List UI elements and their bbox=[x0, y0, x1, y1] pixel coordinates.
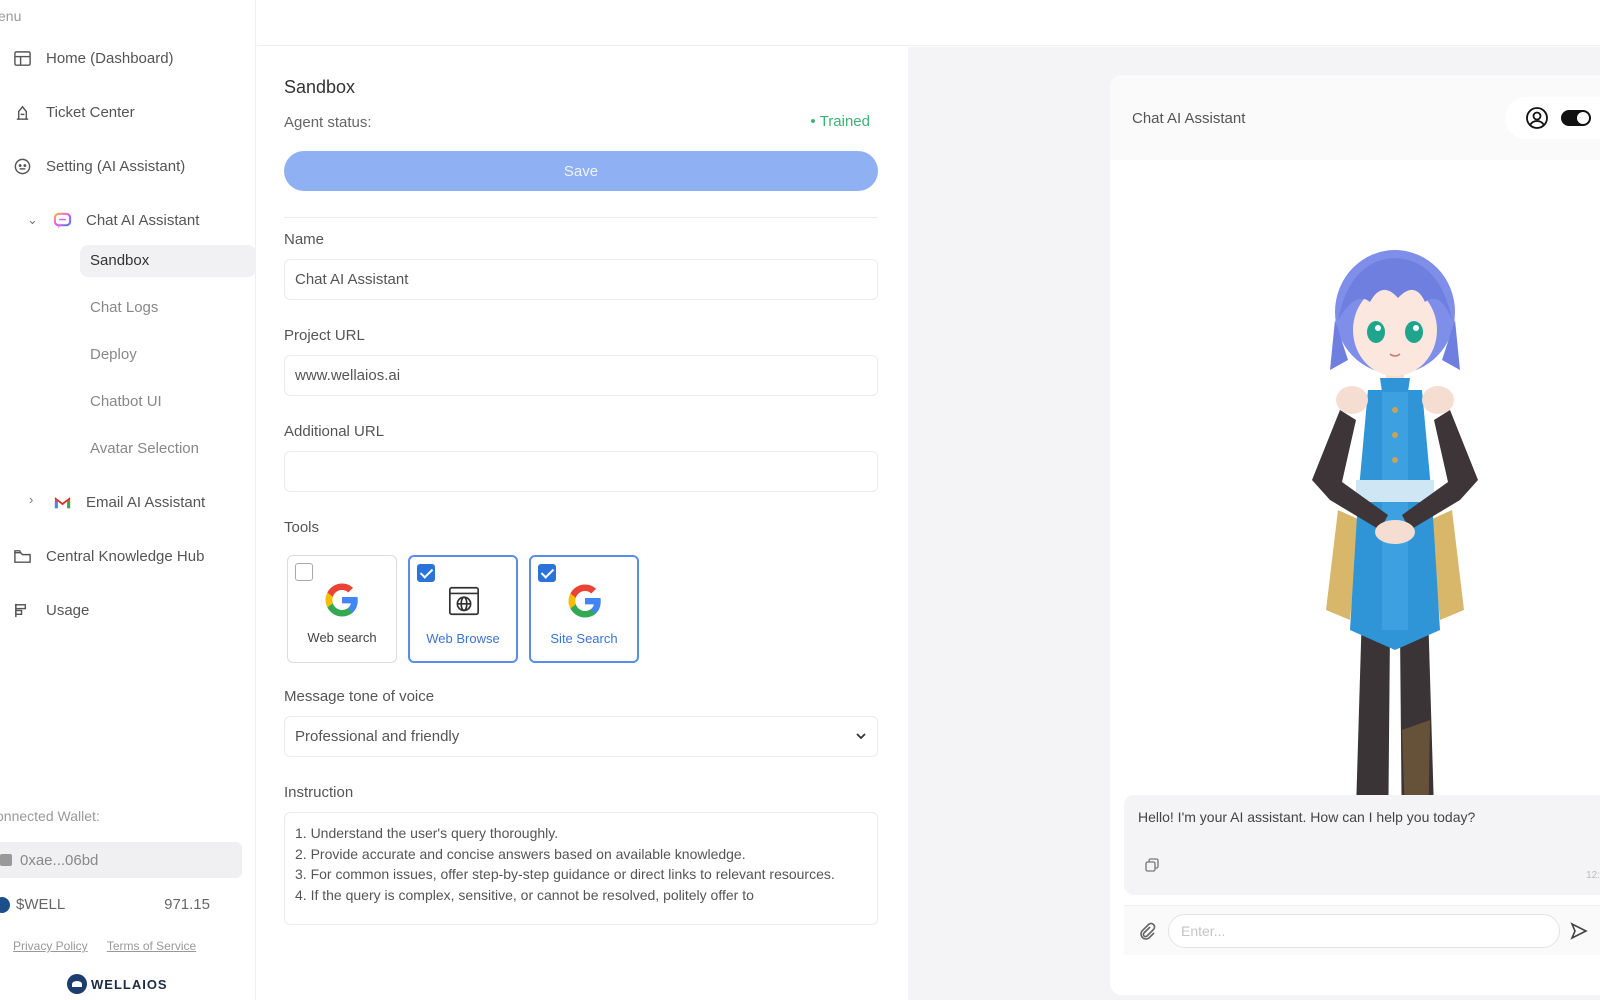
additional-url-label: Additional URL bbox=[284, 423, 385, 440]
tool-site-search[interactable]: Site Search bbox=[529, 555, 639, 663]
google-icon bbox=[323, 581, 361, 619]
assistant-message: Hello! I'm your AI assistant. How can I … bbox=[1124, 795, 1600, 895]
gmail-icon bbox=[52, 492, 72, 512]
tool-web-browse-label: Web Browse bbox=[426, 631, 500, 646]
copy-icon[interactable] bbox=[1144, 857, 1160, 873]
tool-site-search-checkbox[interactable] bbox=[538, 564, 556, 582]
chat-message-input[interactable] bbox=[1168, 913, 1560, 948]
chat-input-bar bbox=[1124, 905, 1600, 955]
agent-status-badge: Trained bbox=[810, 113, 870, 130]
avatar-toggle[interactable] bbox=[1561, 110, 1591, 126]
chevron-right-icon[interactable]: › bbox=[29, 492, 33, 507]
nav-central-knowledge-hub-label: Central Knowledge Hub bbox=[46, 547, 205, 565]
wallet-address-box[interactable]: 0xae...06bd bbox=[0, 842, 242, 878]
subnav-deploy[interactable]: Deploy bbox=[80, 339, 256, 371]
terms-of-service-link[interactable]: Terms of Service bbox=[107, 939, 196, 953]
divider bbox=[284, 217, 878, 218]
tools-label: Tools bbox=[284, 519, 320, 536]
send-icon[interactable] bbox=[1570, 921, 1588, 940]
logo-text: WELLAIOS bbox=[91, 976, 168, 992]
nav-ticket-center[interactable]: Ticket Center bbox=[12, 102, 135, 122]
name-field[interactable] bbox=[284, 259, 878, 300]
instruction-line: 3. For common issues, offer step-by-step… bbox=[295, 866, 835, 882]
nav-setting-label: Setting (AI Assistant) bbox=[46, 157, 186, 175]
folder-icon bbox=[12, 546, 32, 566]
chevron-down-icon[interactable]: ⌄ bbox=[27, 212, 38, 228]
sidebar: enu Home (Dashboard) Ticket Center Setti… bbox=[0, 0, 256, 1000]
tool-web-search[interactable]: Web search bbox=[287, 555, 397, 663]
token-name: $WELL bbox=[16, 896, 66, 913]
page-title: Sandbox bbox=[284, 77, 356, 97]
instruction-line: 4. If the query is complex, sensitive, o… bbox=[295, 886, 754, 903]
project-url-field[interactable] bbox=[284, 355, 878, 396]
tone-label: Message tone of voice bbox=[284, 688, 435, 705]
instruction-label: Instruction bbox=[284, 784, 354, 801]
message-timestamp: 12: bbox=[1586, 870, 1600, 881]
nav-setting[interactable]: Setting (AI Assistant) bbox=[12, 156, 185, 176]
save-button[interactable]: Save bbox=[284, 151, 878, 191]
nav-email-ai-assistant-label: Email AI Assistant bbox=[86, 493, 206, 511]
chevron-down-icon bbox=[855, 729, 867, 745]
nav-email-ai-assistant[interactable]: Email AI Assistant bbox=[52, 492, 205, 512]
agent-status-label: Agent status: bbox=[284, 114, 372, 131]
tool-web-browse[interactable]: Web Browse bbox=[408, 555, 518, 663]
nav-home-label: Home (Dashboard) bbox=[46, 49, 174, 67]
nav-ticket-center-label: Ticket Center bbox=[46, 103, 135, 121]
tone-select[interactable]: Professional and friendly bbox=[284, 716, 878, 757]
tool-web-search-label: Web search bbox=[307, 630, 377, 645]
tool-web-search-checkbox[interactable] bbox=[295, 563, 313, 581]
google-icon bbox=[566, 582, 604, 620]
wallet-icon bbox=[0, 854, 12, 866]
wallet-label: onnected Wallet: bbox=[0, 808, 100, 824]
chat-header: Chat AI Assistant bbox=[1110, 75, 1600, 160]
tool-web-browse-checkbox[interactable] bbox=[417, 564, 435, 582]
chat-bubble-icon bbox=[52, 210, 72, 230]
nav-home[interactable]: Home (Dashboard) bbox=[12, 48, 174, 68]
instruction-line: 1. Understand the user's query thoroughl… bbox=[295, 825, 559, 841]
nav-chat-ai-assistant-label: Chat AI Assistant bbox=[86, 211, 200, 229]
subnav-chatbot-ui[interactable]: Chatbot UI bbox=[80, 386, 256, 418]
instruction-textarea[interactable]: 1. Understand the user's query thoroughl… bbox=[284, 812, 878, 925]
footer-links: Privacy Policy Terms of Service bbox=[13, 939, 212, 953]
nav-usage-label: Usage bbox=[46, 601, 90, 619]
user-icon[interactable] bbox=[1525, 106, 1549, 130]
nav-central-knowledge-hub[interactable]: Central Knowledge Hub bbox=[12, 546, 204, 566]
assistant-message-text: Hello! I'm your AI assistant. How can I … bbox=[1138, 809, 1476, 825]
subnav-avatar-selection[interactable]: Avatar Selection bbox=[80, 433, 256, 465]
name-label: Name bbox=[284, 231, 325, 248]
instruction-line: 2. Provide accurate and concise answers … bbox=[295, 845, 746, 862]
additional-url-field[interactable] bbox=[284, 451, 878, 492]
usage-icon bbox=[12, 600, 32, 620]
brand-logo: WELLAIOS bbox=[67, 974, 168, 994]
menu-label: enu bbox=[0, 8, 22, 24]
privacy-policy-link[interactable]: Privacy Policy bbox=[13, 939, 88, 953]
token-balance-row: $WELL 971.15 bbox=[0, 896, 210, 913]
subnav-chat-logs[interactable]: Chat Logs bbox=[80, 292, 256, 324]
ticket-icon bbox=[12, 102, 32, 122]
browser-globe-icon bbox=[445, 582, 483, 620]
chat-title: Chat AI Assistant bbox=[1132, 110, 1246, 127]
top-bar bbox=[257, 0, 1600, 46]
anime-avatar-image bbox=[1312, 250, 1478, 862]
subnav-sandbox[interactable]: Sandbox bbox=[80, 245, 256, 277]
nav-chat-ai-assistant[interactable]: Chat AI Assistant bbox=[52, 210, 199, 230]
token-icon bbox=[0, 896, 10, 913]
dashboard-icon bbox=[12, 48, 32, 68]
project-url-label: Project URL bbox=[284, 327, 365, 344]
paperclip-icon[interactable] bbox=[1138, 922, 1156, 940]
token-balance: 971.15 bbox=[164, 896, 210, 913]
sandbox-form: Sandbox Agent status: Trained Save Name … bbox=[257, 47, 908, 1000]
logo-icon bbox=[67, 974, 87, 994]
tone-selected-value: Professional and friendly bbox=[295, 728, 460, 745]
nav-usage[interactable]: Usage bbox=[12, 600, 89, 620]
tool-site-search-label: Site Search bbox=[550, 631, 618, 646]
chat-preview-panel: Chat AI Assistant Hello! I'm your AI ass… bbox=[1110, 75, 1600, 995]
settings-icon bbox=[12, 156, 32, 176]
wallet-address: 0xae...06bd bbox=[20, 851, 99, 869]
chat-controls bbox=[1505, 97, 1600, 139]
